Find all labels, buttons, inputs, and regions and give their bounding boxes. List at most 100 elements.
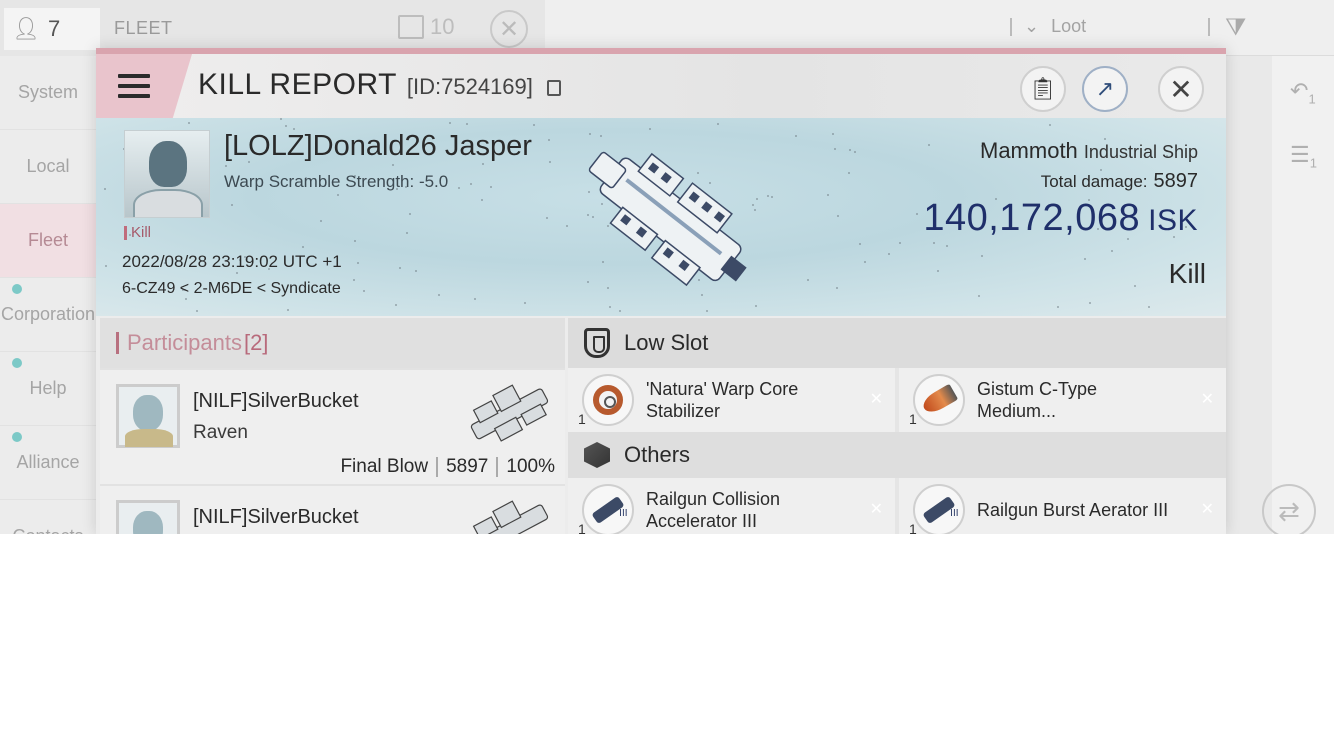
- item-card[interactable]: 1 Gistum C-Type Medium... ✕: [899, 368, 1226, 432]
- sidebar-item-fleet[interactable]: Fleet: [0, 204, 96, 278]
- star-speck: [1057, 305, 1060, 308]
- item-name: Railgun Burst Aerator III: [977, 499, 1169, 520]
- clipboard-icon: 📋︎: [1029, 76, 1057, 101]
- close-button[interactable]: ✕: [1158, 66, 1204, 112]
- participant-row[interactable]: [NILF]SilverBucket: [100, 484, 565, 534]
- item-card[interactable]: 1 Railgun Collision Accelerator III ✕: [568, 478, 895, 534]
- victim-banner: [LOLZ]Donald26 Jasper Warp Scramble Stre…: [96, 118, 1226, 316]
- ship-line: Mammoth Industrial Ship: [923, 138, 1198, 164]
- external-link-icon: ↗: [1095, 76, 1115, 101]
- sidebar-item-label: Help: [29, 378, 67, 398]
- participant-row[interactable]: [NILF]SilverBucket Raven Final Blow 5897: [100, 368, 565, 484]
- member-count: 7: [47, 16, 61, 41]
- reply-icon[interactable]: ↶1: [1290, 78, 1316, 106]
- sidebar-item-help[interactable]: Help: [0, 352, 96, 426]
- star-speck: [391, 163, 394, 166]
- participants-count: [2]: [243, 330, 269, 355]
- star-speck: [833, 147, 836, 150]
- fleet-close-button[interactable]: ✕: [490, 10, 528, 48]
- member-count-badge[interactable]: 👤︎ 7: [4, 8, 100, 50]
- avatar[interactable]: [116, 384, 180, 448]
- participant-name[interactable]: [NILF]SilverBucket: [193, 506, 359, 529]
- star-speck: [546, 216, 549, 219]
- copy-icon[interactable]: [546, 80, 561, 96]
- message-list-icon[interactable]: ☰1: [1290, 142, 1317, 170]
- close-icon: ✕: [1169, 73, 1193, 105]
- fleet-label: FLEET: [114, 18, 173, 38]
- item-qty: 1: [909, 520, 917, 535]
- right-tool-strip: ↶1 ☰1: [1272, 56, 1334, 534]
- sidebar-item-label: Corporation: [0, 304, 96, 324]
- participants-header: Participants [2]: [100, 318, 565, 368]
- star-speck: [1147, 306, 1150, 309]
- item-qty: 1: [578, 410, 586, 427]
- star-speck: [438, 294, 441, 297]
- kill-report-dialog: KILL REPORT [ID:7524169] 📋︎ ↗ ✕ [LOLZ]Do…: [96, 48, 1226, 534]
- unread-dot: [12, 358, 22, 368]
- loot-filter[interactable]: ⌄ Loot: [1010, 16, 1211, 37]
- sidebar-item-system[interactable]: System: [0, 56, 96, 130]
- fleet-count-badge[interactable]: 10: [398, 14, 454, 40]
- star-speck: [280, 118, 283, 121]
- star-speck: [394, 303, 397, 306]
- star-speck: [466, 123, 469, 126]
- star-speck: [933, 242, 936, 245]
- warp-core-icon: [582, 374, 634, 426]
- victim-name[interactable]: [LOLZ]Donald26 Jasper: [224, 130, 532, 163]
- star-speck: [458, 187, 461, 190]
- star-speck: [356, 261, 359, 264]
- menu-button[interactable]: [96, 54, 192, 118]
- low-slot-header: Low Slot: [568, 318, 1226, 368]
- sidebar-item-label: Contacts: [12, 526, 83, 534]
- others-label: Others: [624, 442, 691, 467]
- item-name: Railgun Collision Accelerator III: [646, 488, 781, 532]
- star-speck: [105, 264, 108, 267]
- star-speck: [524, 301, 527, 304]
- ship-name[interactable]: Mammoth: [980, 138, 1078, 163]
- star-speck: [1089, 301, 1092, 304]
- star-speck: [469, 183, 472, 186]
- low-slot-label: Low Slot: [624, 330, 709, 355]
- others-header: Others: [568, 432, 1226, 478]
- star-speck: [336, 194, 339, 197]
- fleet-count: 10: [430, 14, 455, 39]
- star-speck: [858, 243, 861, 246]
- star-speck: [898, 242, 901, 244]
- isk-value: 140,172,068 ISK: [923, 197, 1198, 240]
- participant-ship-image: [470, 384, 549, 442]
- item-card[interactable]: 1 'Natura' Warp Core Stabilizer ✕: [568, 368, 895, 432]
- star-speck: [547, 139, 550, 142]
- swap-icon[interactable]: ⇄: [1262, 484, 1316, 534]
- star-speck: [353, 279, 356, 282]
- hamburger-icon: [118, 74, 150, 98]
- reply-count: 1: [1308, 91, 1316, 107]
- dialog-title: KILL REPORT [ID:7524169]: [198, 68, 561, 102]
- clipboard-button[interactable]: 📋︎: [1020, 66, 1066, 112]
- share-button[interactable]: ↗: [1082, 66, 1128, 112]
- participant-name[interactable]: [NILF]SilverBucket: [193, 390, 359, 413]
- sidebar-item-contacts[interactable]: Contacts: [0, 500, 96, 534]
- sidebar-item-alliance[interactable]: Alliance: [0, 426, 96, 500]
- shield-icon: [584, 328, 610, 358]
- kill-location[interactable]: 6-CZ49 < 2-M6DE < Syndicate: [122, 280, 341, 298]
- isk-amount: 140,172,068: [923, 197, 1141, 239]
- afterburner-icon: [913, 374, 965, 426]
- star-speck: [231, 204, 234, 207]
- page-title: KILL REPORT: [198, 68, 397, 101]
- star-speck: [103, 187, 106, 190]
- star-speck: [1111, 249, 1114, 252]
- railgun-icon: [582, 484, 634, 534]
- chevron-down-icon: ⌄: [1024, 16, 1040, 36]
- star-speck: [864, 261, 867, 264]
- total-damage-value: 5897: [1153, 170, 1199, 192]
- sidebar-item-corporation[interactable]: Corporation: [0, 278, 96, 352]
- star-speck: [532, 124, 535, 127]
- sidebar-item-local[interactable]: Local: [0, 130, 96, 204]
- star-speck: [1084, 258, 1087, 261]
- victim-portrait[interactable]: [124, 130, 210, 218]
- item-card[interactable]: 1 Railgun Burst Aerator III ✕: [899, 478, 1226, 534]
- star-speck: [236, 271, 239, 274]
- avatar[interactable]: [116, 500, 180, 534]
- close-icon: ✕: [1200, 391, 1214, 408]
- filter-icon[interactable]: ⧩: [1225, 14, 1246, 42]
